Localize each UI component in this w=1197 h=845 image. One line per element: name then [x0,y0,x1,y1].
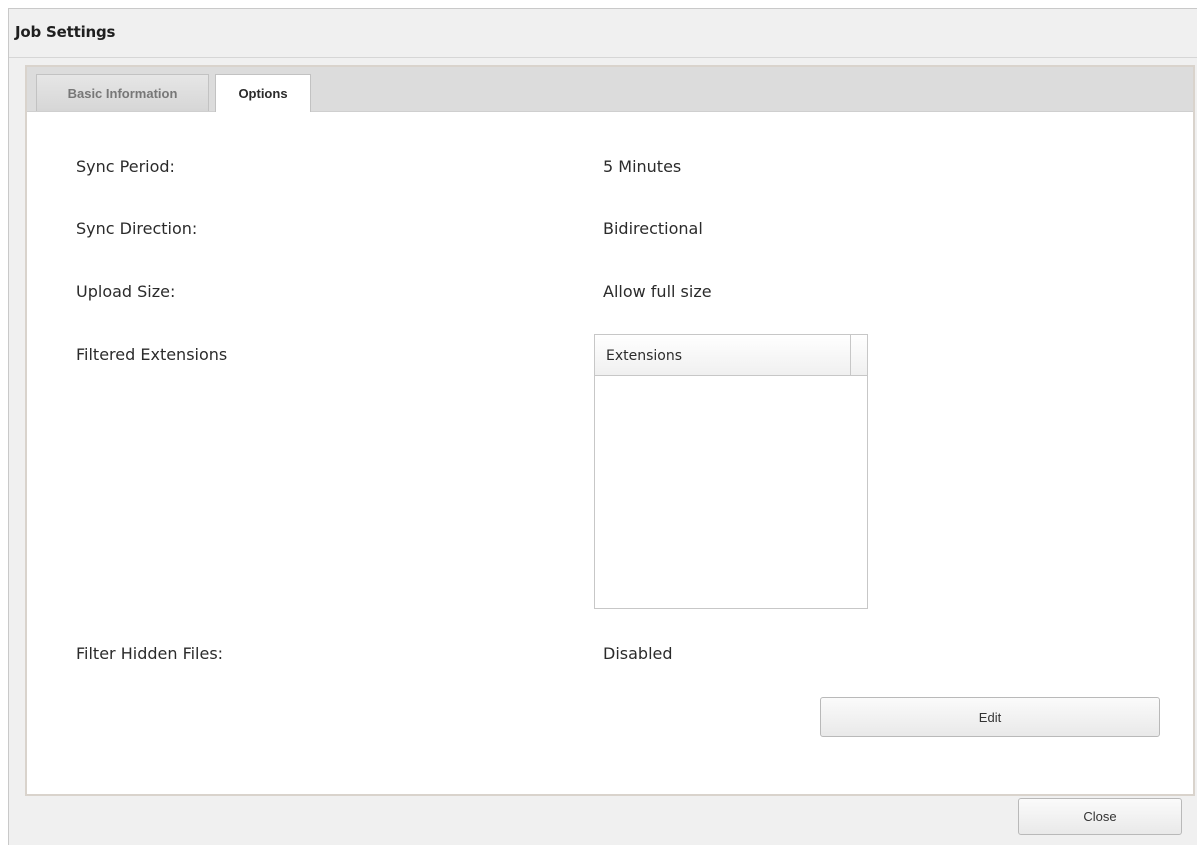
dialog-title: Job Settings [15,23,116,41]
sync-direction-label: Sync Direction: [76,219,198,238]
edit-button[interactable]: Edit [820,697,1160,737]
filter-hidden-files-label: Filter Hidden Files: [76,644,224,663]
extensions-table-body [595,376,867,608]
upload-size-value: Allow full size [603,282,712,301]
title-divider [9,57,1197,58]
upload-size-label: Upload Size: [76,282,176,301]
tab-strip: Basic Information Options [27,67,1193,112]
close-button[interactable]: Close [1018,798,1182,835]
job-settings-dialog: Job Settings Basic Information Options S… [8,8,1197,845]
filtered-extensions-label: Filtered Extensions [76,345,228,364]
sync-period-value: 5 Minutes [603,157,682,176]
sync-direction-value: Bidirectional [603,219,703,238]
column-divider[interactable] [850,335,851,375]
filter-hidden-files-value: Disabled [603,644,673,663]
tab-options[interactable]: Options [215,74,311,112]
settings-panel: Basic Information Options Sync Period: 5… [25,65,1195,796]
extensions-table-header: Extensions [595,335,867,376]
extensions-table[interactable]: Extensions [594,334,868,609]
sync-period-label: Sync Period: [76,157,175,176]
extensions-column-header[interactable]: Extensions [606,348,682,364]
tab-basic-information[interactable]: Basic Information [36,74,209,111]
